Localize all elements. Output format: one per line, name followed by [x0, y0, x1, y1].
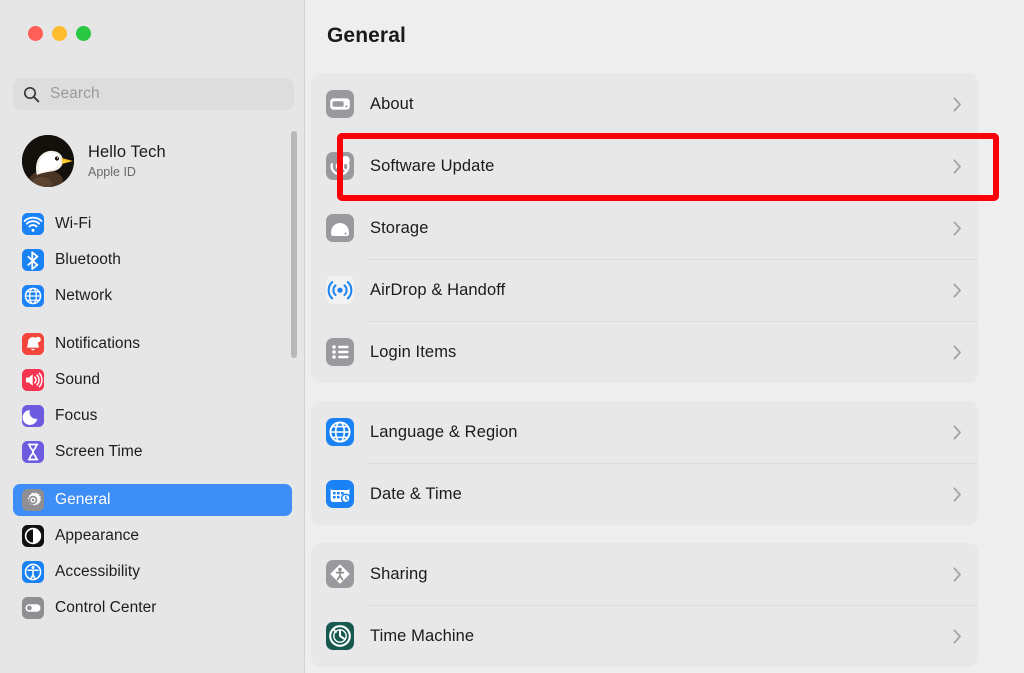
settings-row-label: Language & Region: [370, 422, 518, 441]
sidebar-item-sound[interactable]: Sound: [13, 364, 292, 396]
moon-icon: [22, 405, 44, 427]
sidebar-item-label: General: [55, 491, 111, 508]
apple-id-account-row[interactable]: Hello Tech Apple ID: [13, 130, 285, 192]
time-machine-icon: [326, 622, 354, 650]
settings-row-sharing[interactable]: Sharing: [311, 543, 978, 605]
settings-row-label: AirDrop & Handoff: [370, 280, 506, 299]
storage-icon: [326, 214, 354, 242]
sidebar-item-label: Focus: [55, 407, 98, 424]
hourglass-icon: [22, 441, 44, 463]
about-icon: [326, 90, 354, 118]
sidebar-item-focus[interactable]: Focus: [13, 400, 292, 432]
wifi-icon: [22, 213, 44, 235]
main-content: General About Software Update Storage AirDr…: [305, 0, 1024, 673]
settings-row-label: Time Machine: [370, 626, 475, 645]
window-controls: [28, 26, 91, 41]
search-placeholder: Search: [50, 85, 100, 102]
settings-row-login-items[interactable]: Login Items: [311, 321, 978, 383]
settings-row-label: Software Update: [370, 156, 495, 175]
settings-row-airdrop-handoff[interactable]: AirDrop & Handoff: [311, 259, 978, 321]
sidebar-item-appearance[interactable]: Appearance: [13, 520, 292, 552]
network-icon: [22, 285, 44, 307]
sidebar-item-screen-time[interactable]: Screen Time: [13, 436, 292, 468]
settings-group-card: About Software Update Storage AirDrop & Han…: [311, 73, 978, 383]
settings-row-time-machine[interactable]: Time Machine: [311, 605, 978, 667]
settings-row-label: Login Items: [370, 342, 457, 361]
settings-row-about[interactable]: About: [311, 73, 978, 135]
sidebar-item-notifications[interactable]: Notifications: [13, 328, 292, 360]
chevron-right-icon: [953, 158, 962, 174]
search-icon: [23, 86, 40, 102]
appearance-icon: [22, 525, 44, 547]
settings-group-card: Sharing Time Machine: [311, 543, 978, 667]
avatar: [22, 135, 74, 187]
sidebar-item-label: Bluetooth: [55, 251, 121, 268]
minimize-button[interactable]: [52, 26, 67, 41]
chevron-right-icon: [953, 628, 962, 644]
settings-row-label: About: [370, 94, 414, 113]
chevron-right-icon: [953, 282, 962, 298]
sidebar: Search Hello Tech Apple ID Wi-Fi Bluetoo…: [0, 0, 305, 673]
chevron-right-icon: [953, 486, 962, 502]
account-subtitle: Apple ID: [88, 164, 136, 179]
login-items-icon: [326, 338, 354, 366]
account-text: Hello Tech Apple ID: [88, 143, 166, 180]
sidebar-item-label: Screen Time: [55, 443, 143, 460]
sidebar-item-label: Notifications: [55, 335, 141, 352]
software-update-icon: [326, 152, 354, 180]
settings-row-label: Date & Time: [370, 484, 462, 503]
chevron-right-icon: [953, 424, 962, 440]
page-title: General: [327, 24, 406, 47]
close-button[interactable]: [28, 26, 43, 41]
sidebar-item-label: Appearance: [55, 527, 140, 544]
sidebar-item-label: Wi-Fi: [55, 215, 92, 232]
gear-icon: [22, 489, 44, 511]
sidebar-item-wi-fi[interactable]: Wi-Fi: [13, 208, 292, 240]
airdrop-icon: [326, 276, 354, 304]
search-input[interactable]: Search: [13, 78, 294, 110]
settings-group-card: Language & Region Date & Time: [311, 401, 978, 525]
sidebar-item-accessibility[interactable]: Accessibility: [13, 556, 292, 588]
chevron-right-icon: [953, 96, 962, 112]
sidebar-item-label: Accessibility: [55, 563, 141, 580]
account-name: Hello Tech: [88, 142, 166, 161]
sharing-icon: [326, 560, 354, 588]
settings-row-label: Storage: [370, 218, 429, 237]
maximize-button[interactable]: [76, 26, 91, 41]
sidebar-nav: Wi-Fi Bluetooth Network Notifications Sound F…: [0, 208, 305, 628]
settings-groups: About Software Update Storage AirDrop & Han…: [311, 73, 978, 673]
system-settings-window: Search Hello Tech Apple ID Wi-Fi Bluetoo…: [0, 0, 1024, 673]
sidebar-group: General Appearance Accessibility Control Ce…: [0, 484, 305, 624]
sidebar-group: Wi-Fi Bluetooth Network: [0, 208, 305, 312]
chevron-right-icon: [953, 344, 962, 360]
language-icon: [326, 418, 354, 446]
accessibility-icon: [22, 561, 44, 583]
date-time-icon: [326, 480, 354, 508]
bell-icon: [22, 333, 44, 355]
sidebar-item-network[interactable]: Network: [13, 280, 292, 312]
settings-row-storage[interactable]: Storage: [311, 197, 978, 259]
chevron-right-icon: [953, 220, 962, 236]
sidebar-item-label: Control Center: [55, 599, 157, 616]
sidebar-item-general[interactable]: General: [13, 484, 292, 516]
settings-row-language-region[interactable]: Language & Region: [311, 401, 978, 463]
sidebar-item-bluetooth[interactable]: Bluetooth: [13, 244, 292, 276]
bluetooth-icon: [22, 249, 44, 271]
eagle-avatar-icon: [22, 135, 74, 187]
settings-row-software-update[interactable]: Software Update: [311, 135, 978, 197]
sidebar-item-label: Sound: [55, 371, 101, 388]
speaker-icon: [22, 369, 44, 391]
settings-row-label: Sharing: [370, 564, 428, 583]
sidebar-item-label: Network: [55, 287, 113, 304]
control-center-icon: [22, 597, 44, 619]
settings-row-date-time[interactable]: Date & Time: [311, 463, 978, 525]
chevron-right-icon: [953, 566, 962, 582]
sidebar-group: Notifications Sound Focus Screen Time: [0, 328, 305, 468]
sidebar-item-control-center[interactable]: Control Center: [13, 592, 292, 624]
